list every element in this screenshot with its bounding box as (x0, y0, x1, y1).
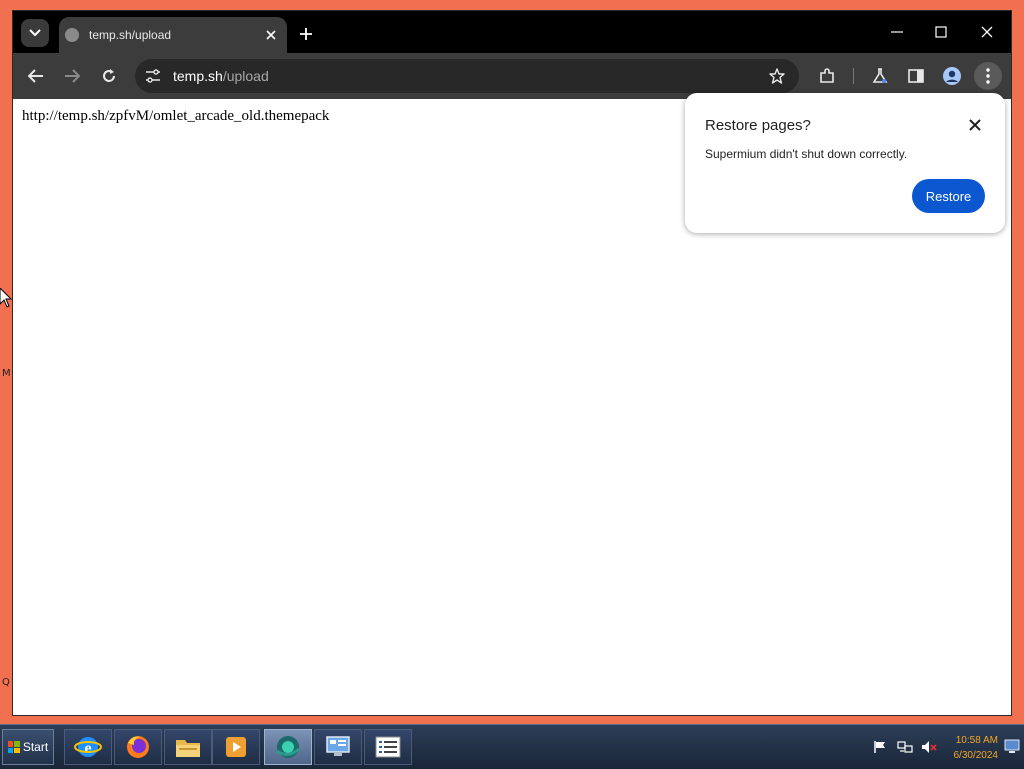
monitor-icon (1004, 739, 1020, 753)
taskbar-control-panel[interactable] (314, 729, 362, 765)
star-icon (769, 68, 785, 84)
desktop-bottom-strip (0, 716, 1024, 724)
reload-icon (103, 69, 115, 82)
show-desktop-button[interactable] (1004, 733, 1020, 759)
globe-icon (65, 28, 79, 42)
avatar-icon (943, 67, 961, 85)
supermium-icon (276, 736, 301, 758)
new-tab-button[interactable] (295, 23, 317, 45)
tab-close-button[interactable] (261, 25, 281, 45)
close-icon (266, 30, 276, 40)
address-bar[interactable]: temp.sh/upload (135, 59, 799, 93)
tab-strip: temp.sh/upload (13, 11, 1011, 53)
minimize-icon (891, 31, 903, 33)
dialog-close-button[interactable] (965, 115, 985, 135)
file-explorer-icon (176, 740, 200, 757)
clock-date: 6/30/2024 (953, 750, 999, 761)
maximize-icon (935, 26, 947, 38)
url-host: temp.sh (173, 68, 223, 84)
mouse-cursor-icon (0, 288, 12, 308)
browser-window: temp.sh/upload temp.sh/upload http://tem… (12, 10, 1012, 716)
puzzle-icon (820, 68, 834, 83)
flask-icon (872, 68, 888, 83)
restore-button[interactable]: Restore (912, 179, 985, 213)
taskbar-file-explorer[interactable] (164, 729, 212, 765)
taskbar-internet-explorer[interactable]: e (64, 729, 112, 765)
close-window-button[interactable] (967, 19, 1007, 45)
taskbar-clock[interactable]: 10:58 AM 6/30/2024 (944, 733, 999, 763)
browser-menu-button[interactable] (974, 62, 1002, 90)
reload-button[interactable] (95, 62, 123, 90)
start-label: Start (22, 740, 49, 754)
action-center-flag-icon (874, 741, 885, 753)
desktop-left-strip: M Q (0, 0, 12, 720)
side-panel-button[interactable] (902, 62, 930, 90)
plus-icon (300, 28, 312, 40)
tab-title: temp.sh/upload (89, 28, 172, 42)
taskbar: Start e 10:58 AM 6/30/2024 (0, 724, 1024, 769)
taskbar-media-player[interactable] (212, 729, 260, 765)
arrow-right-icon (65, 69, 80, 83)
back-button[interactable] (22, 62, 50, 90)
firefox-icon (127, 736, 149, 758)
minimize-button[interactable] (877, 19, 917, 45)
network-icon (897, 741, 913, 753)
profile-button[interactable] (938, 62, 966, 90)
close-icon (969, 119, 981, 131)
dialog-message: Supermium didn't shut down correctly. (705, 147, 908, 161)
dialog-title: Restore pages? (705, 117, 811, 134)
tray-network[interactable] (897, 739, 913, 755)
tab-active[interactable]: temp.sh/upload (59, 17, 287, 53)
internet-explorer-icon: e (74, 737, 102, 757)
url-path: /upload (222, 68, 269, 84)
forward-button[interactable] (58, 62, 86, 90)
close-icon (981, 26, 993, 38)
chevron-down-icon (29, 29, 41, 37)
volume-muted-icon (922, 741, 937, 753)
toolbar-divider (853, 68, 854, 84)
desktop-icon-label[interactable]: Q (2, 677, 10, 688)
url-text: temp.sh/upload (173, 68, 763, 84)
maximize-button[interactable] (921, 19, 961, 45)
site-info-button[interactable] (139, 62, 167, 90)
taskbar-task-list[interactable] (364, 729, 412, 765)
bookmark-button[interactable] (763, 62, 791, 90)
task-list-icon (375, 736, 401, 758)
windows-logo-icon (7, 741, 20, 753)
taskbar-supermium[interactable] (264, 729, 312, 765)
tab-search-button[interactable] (21, 19, 49, 47)
extensions-button[interactable] (813, 62, 841, 90)
media-player-icon (226, 737, 246, 757)
clock-time: 10:58 AM (955, 735, 998, 746)
tune-icon (146, 69, 160, 83)
arrow-left-icon (28, 69, 43, 83)
kebab-menu-icon (986, 68, 990, 84)
page-url-text: http://temp.sh/zpfvM/omlet_arcade_old.th… (22, 108, 330, 124)
side-panel-icon (908, 69, 924, 83)
restore-pages-dialog: Restore pages? Supermium didn't shut dow… (685, 93, 1005, 233)
tray-volume[interactable] (921, 739, 937, 755)
tray-action-center[interactable] (872, 739, 888, 755)
taskbar-firefox[interactable] (114, 729, 162, 765)
start-button[interactable]: Start (2, 729, 54, 765)
desktop-icon-label[interactable]: M (2, 368, 11, 379)
control-panel-icon (326, 736, 350, 756)
labs-button[interactable] (866, 62, 894, 90)
